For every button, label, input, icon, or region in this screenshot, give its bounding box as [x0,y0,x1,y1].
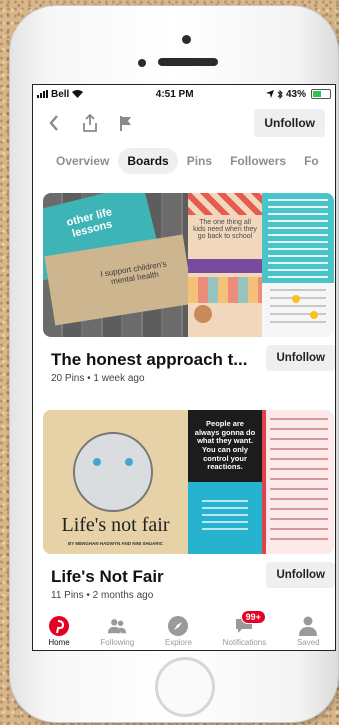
board-title[interactable]: Life's Not Fair [51,567,261,587]
bottom-navigation: Home Following Explore 99+ Notifications… [33,608,335,650]
board-collage[interactable]: other life lessons I support children's … [43,193,334,337]
pinterest-icon [49,616,70,636]
nav-label: Notifications [222,638,267,647]
book-title: Life's not fair [61,514,170,536]
earpiece-speaker [158,58,218,66]
profile-toolbar: Unfollow [33,103,335,143]
phone-frame: Bell 4:51 PM 43% Unfollow Overview Board… [10,6,338,722]
tab-followers[interactable]: Followers [221,148,295,174]
collage-tile-notes [262,410,334,554]
board-meta: 20 Pins • 1 week ago [51,373,145,384]
unfollow-board-button[interactable]: Unfollow [266,345,335,371]
nav-home[interactable]: Home [48,616,70,647]
card-text-mental-health: I support children's mental health [99,259,168,287]
compass-icon [168,616,189,636]
front-camera [138,59,146,67]
collage-tile-teal [188,482,262,554]
quote-text: People are always gonna do what they wan… [194,419,256,472]
people-icon [107,616,127,636]
tab-pins[interactable]: Pins [178,148,221,174]
collage-tile-list [262,193,334,283]
nav-label: Following [100,638,135,647]
back-chevron-icon[interactable] [43,112,65,134]
board-meta: 11 Pins • 2 months ago [51,590,154,601]
board-collage[interactable]: Life's not fair BY MENGHAN HADWYN AND NI… [43,410,334,554]
carrier-label: Bell [51,88,70,100]
nav-following[interactable]: Following [100,616,134,647]
status-bar: Bell 4:51 PM 43% [33,85,335,103]
home-button[interactable] [155,657,215,717]
nav-notifications[interactable]: 99+ Notifications [222,610,267,647]
nav-label: Saved [296,638,320,647]
app-screen: Bell 4:51 PM 43% Unfollow Overview Board… [32,84,336,651]
collage-tile-emoji [262,283,334,337]
collage-tile-book-cover: Life's not fair BY MENGHAN HADWYN AND NI… [43,410,188,554]
notification-badge: 99+ [240,610,266,624]
tab-overview[interactable]: Overview [47,148,118,174]
tab-following-truncated[interactable]: Fo [295,148,328,174]
unfollow-board-button[interactable]: Unfollow [266,562,335,588]
share-icon[interactable] [79,112,101,134]
location-icon [265,90,274,98]
tab-boards[interactable]: Boards [118,148,178,174]
collage-tile-quote: People are always gonna do what they wan… [188,410,262,482]
board-title[interactable]: The honest approach t... [51,350,261,370]
signal-icon [37,90,48,98]
battery-percent: 43% [285,88,306,100]
nav-label: Explore [164,638,192,647]
nav-saved[interactable]: Saved [297,616,320,647]
unfollow-profile-button[interactable]: Unfollow [254,109,325,137]
collage-tile-poster: The one thing all kids need when they go… [188,193,262,337]
book-authors: BY MENGHAN HADWYN AND NINI SHUARIC [67,541,163,546]
board-card[interactable]: Life's not fair BY MENGHAN HADWYN AND NI… [43,410,335,601]
proximity-sensor [182,35,191,44]
report-flag-icon[interactable] [115,112,137,134]
clock-label: 4:51 PM [155,88,194,100]
profile-tabs: Overview Boards Pins Followers Fo [33,143,335,177]
nav-label: Home [48,638,70,647]
card-text-life-lessons: other life lessons [65,206,114,240]
bluetooth-icon [277,89,283,99]
poster-text: The one thing all kids need when they go… [193,219,257,240]
person-icon [298,616,318,636]
board-card[interactable]: other life lessons I support children's … [43,193,335,384]
battery-icon [311,89,331,99]
wifi-icon [72,90,84,98]
nav-explore[interactable]: Explore [165,616,192,647]
